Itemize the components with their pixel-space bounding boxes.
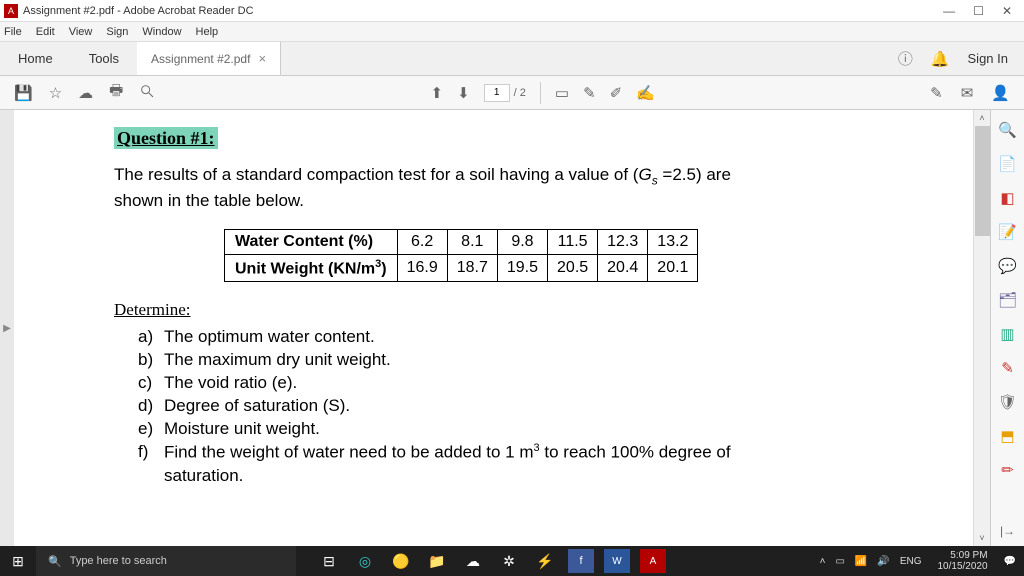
email-icon[interactable]: ✉	[961, 84, 974, 102]
page-total: / 2	[514, 87, 526, 99]
document-page: Question #1: The results of a standard c…	[14, 110, 973, 546]
tab-document[interactable]: Assignment #2.pdf ×	[137, 42, 281, 75]
window-titlebar: A Assignment #2.pdf - Adobe Acrobat Read…	[0, 0, 1024, 22]
data-table: Water Content (%) 6.2 8.1 9.8 11.5 12.3 …	[224, 229, 698, 282]
create-icon[interactable]: ◧	[998, 188, 1018, 208]
intro-text: The results of a standard compaction tes…	[114, 163, 834, 213]
clock[interactable]: 5:09 PM 10/15/2020	[931, 550, 993, 572]
tab-home[interactable]: Home	[0, 42, 71, 75]
combine-icon[interactable]: 🗂	[998, 290, 1018, 310]
winamp-icon[interactable]: ⚡	[532, 549, 558, 573]
search-placeholder: Type here to search	[70, 555, 167, 567]
acrobat-icon[interactable]: A	[640, 549, 666, 573]
export-icon[interactable]: 📄	[998, 154, 1018, 174]
determine-heading: Determine:	[114, 300, 893, 320]
start-button[interactable]: ⊞	[0, 553, 36, 570]
protect-icon[interactable]: 🛡	[998, 392, 1018, 412]
selection-icon[interactable]: ▭	[555, 84, 569, 102]
star-icon[interactable]: ☆	[49, 84, 62, 102]
left-gutter: ▶	[0, 110, 14, 546]
menu-sign[interactable]: Sign	[106, 26, 128, 38]
cloud-icon[interactable]: ☁	[78, 84, 93, 102]
save-icon[interactable]: 💾	[14, 84, 33, 102]
page-down-icon[interactable]: ⬇	[457, 84, 470, 102]
menu-help[interactable]: Help	[196, 26, 219, 38]
app-icon: A	[4, 4, 18, 18]
sign-icon[interactable]: ✍	[636, 84, 655, 102]
menu-file[interactable]: File	[4, 26, 22, 38]
tab-bar: Home Tools Assignment #2.pdf × ⓘ 🔔 Sign …	[0, 42, 1024, 76]
comment-icon[interactable]: 💬	[998, 256, 1018, 276]
row1-label: Water Content (%)	[225, 229, 398, 254]
search-icon[interactable]	[139, 83, 155, 103]
taskbar-search[interactable]: 🔍 Type here to search	[36, 546, 296, 576]
fb-icon[interactable]: f	[568, 549, 594, 573]
scroll-down-icon[interactable]: ˅	[979, 530, 984, 546]
table-row: Unit Weight (KN/m3) 16.9 18.7 19.5 20.5 …	[225, 254, 698, 281]
windows-taskbar: ⊞ 🔍 Type here to search ⊟ ◎ 🟡 📁 ☁ ✲ ⚡ f …	[0, 546, 1024, 576]
right-tools-panel: 🔍 📄 ◧ 📝 💬 🗂 ▥ ✎ 🛡 ⬒ ✏ |→	[990, 110, 1024, 546]
erase-icon[interactable]: ✐	[610, 84, 623, 102]
page-current-input[interactable]	[484, 84, 510, 102]
row2-label: Unit Weight (KN/m3)	[225, 254, 398, 281]
signin-link[interactable]: Sign In	[968, 51, 1008, 66]
system-tray[interactable]: ˄ ▭ 📶 🔊 ENG 5:09 PM 10/15/2020 💬	[812, 550, 1024, 572]
collapse-panel-icon[interactable]: |→	[1000, 524, 1015, 538]
workspace: ▶ Question #1: The results of a standard…	[0, 110, 1024, 546]
table-row: Water Content (%) 6.2 8.1 9.8 11.5 12.3 …	[225, 229, 698, 254]
taskview-icon[interactable]: ⊟	[316, 549, 342, 573]
page-indicator: / 2	[484, 84, 526, 102]
minimize-button[interactable]: —	[943, 4, 955, 18]
scroll-up-icon[interactable]: ˄	[979, 110, 984, 126]
search-icon: 🔍	[48, 555, 62, 568]
toolbar: 💾 ☆ ☁ 🖶 ⬆ ⬇ / 2 ▭ ✎ ✐ ✍ ✎ ✉ 👤	[0, 76, 1024, 110]
tab-tools[interactable]: Tools	[71, 42, 137, 75]
highlight-icon[interactable]: ✎	[583, 84, 596, 102]
zoom-icon[interactable]: 🔍	[998, 120, 1018, 140]
expand-left-icon[interactable]: ▶	[3, 323, 11, 334]
compress-icon[interactable]: ⬒	[998, 426, 1018, 446]
tray-up-icon[interactable]: ˄	[820, 556, 826, 567]
close-button[interactable]: ✕	[1002, 4, 1012, 18]
organize-icon[interactable]: ▥	[998, 324, 1018, 344]
menu-edit[interactable]: Edit	[36, 26, 55, 38]
edge-icon[interactable]: ◎	[352, 549, 378, 573]
tab-close-icon[interactable]: ×	[258, 51, 266, 66]
dropbox-icon[interactable]: ✲	[496, 549, 522, 573]
maximize-button[interactable]: ☐	[973, 4, 984, 18]
edit-icon[interactable]: 📝	[998, 222, 1018, 242]
explorer-icon[interactable]: 📁	[424, 549, 450, 573]
print-icon[interactable]: 🖶	[109, 80, 123, 105]
help-icon[interactable]: ⓘ	[898, 48, 913, 69]
word-icon[interactable]: W	[604, 549, 630, 573]
bell-icon[interactable]: 🔔	[931, 50, 950, 68]
tab-document-label: Assignment #2.pdf	[151, 52, 250, 66]
chrome-icon[interactable]: 🟡	[388, 549, 414, 573]
lang-indicator[interactable]: ENG	[900, 556, 922, 567]
item-list: a)The optimum water content. b)The maxim…	[138, 326, 893, 487]
menu-bar: File Edit View Sign Window Help	[0, 22, 1024, 42]
redact-icon[interactable]: ✎	[998, 358, 1018, 378]
people-icon[interactable]: 👤	[991, 84, 1010, 102]
fill-sign-icon[interactable]: ✏	[998, 460, 1018, 480]
scroll-thumb[interactable]	[975, 126, 990, 236]
cloud-icon[interactable]: ☁	[460, 549, 486, 573]
battery-icon[interactable]: ▭	[835, 556, 844, 567]
menu-window[interactable]: Window	[142, 26, 181, 38]
window-title: Assignment #2.pdf - Adobe Acrobat Reader…	[23, 5, 943, 17]
share-icon[interactable]: ✎	[930, 84, 943, 102]
wifi-icon[interactable]: 📶	[855, 556, 867, 567]
question-heading: Question #1:	[114, 127, 218, 149]
menu-view[interactable]: View	[69, 26, 93, 38]
volume-icon[interactable]: 🔊	[877, 556, 889, 567]
vertical-scrollbar[interactable]: ˄ ˅	[973, 110, 990, 546]
page-up-icon[interactable]: ⬆	[431, 84, 444, 102]
notifications-icon[interactable]: 💬	[1004, 556, 1016, 567]
